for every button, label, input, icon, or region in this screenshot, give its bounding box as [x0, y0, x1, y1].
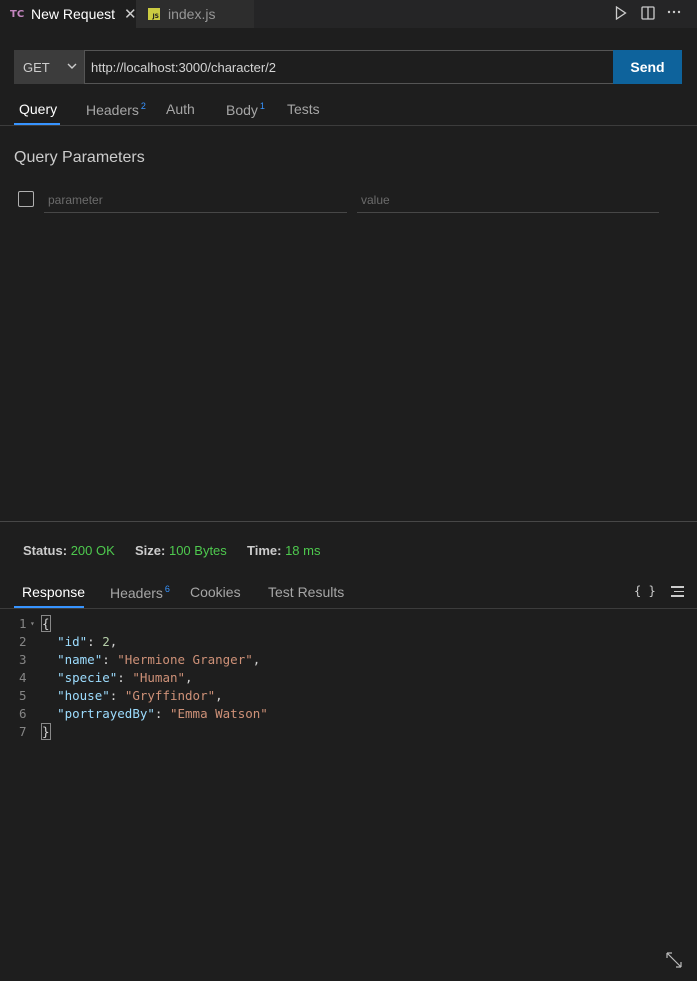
thunder-client-icon: TC [10, 8, 25, 20]
tab-response-headers[interactable]: Headers 6 [110, 584, 170, 601]
response-tabs: Response Headers 6 Cookies Test Results {… [0, 575, 697, 609]
close-icon[interactable]: ✕ [124, 5, 137, 23]
status-info: Status: 200 OK [23, 543, 115, 558]
split-editor-icon[interactable] [641, 6, 655, 24]
method-select[interactable]: GET [14, 50, 85, 84]
tab-cookies[interactable]: Cookies [190, 584, 241, 600]
active-tab-indicator [14, 123, 60, 125]
request-tabs: Query Headers 2 Auth Body 1 Tests [0, 92, 697, 126]
headers-count-badge: 2 [140, 101, 146, 111]
tab-response[interactable]: Response [22, 584, 85, 600]
more-actions-icon[interactable] [667, 4, 681, 22]
tab-body[interactable]: Body 1 [226, 101, 265, 118]
editor-tab-strip: TC New Request ✕ JS index.js [0, 0, 697, 28]
tab-label: index.js [168, 6, 216, 22]
status-value: 200 OK [70, 543, 115, 558]
time-info: Time: 18 ms [247, 543, 321, 558]
tab-auth[interactable]: Auth [166, 101, 195, 117]
expand-icon[interactable] [664, 950, 684, 973]
response-headers-count-badge: 6 [164, 584, 170, 594]
tab-label: New Request [31, 6, 116, 22]
parameter-input[interactable]: parameter [44, 188, 347, 213]
menu-icon[interactable] [671, 586, 684, 600]
url-value: http://localhost:3000/character/2 [91, 59, 277, 75]
method-value: GET [23, 59, 50, 75]
tab-tests[interactable]: Tests [287, 101, 320, 117]
format-json-icon[interactable]: { } [634, 584, 656, 598]
size-info: Size: 100 Bytes [135, 543, 227, 558]
query-parameters-title: Query Parameters [14, 149, 145, 166]
url-input[interactable]: http://localhost:3000/character/2 [84, 50, 614, 84]
tab-query[interactable]: Query [19, 101, 57, 117]
chevron-down-icon [66, 59, 78, 76]
body-count-badge: 1 [259, 101, 265, 111]
javascript-file-icon: JS [148, 8, 160, 20]
tab-new-request[interactable]: TC New Request ✕ [0, 0, 137, 28]
send-button[interactable]: Send [613, 50, 682, 84]
tab-test-results[interactable]: Test Results [268, 584, 344, 600]
param-enable-checkbox[interactable] [18, 191, 34, 207]
panel-splitter[interactable] [0, 521, 697, 522]
size-value: 100 Bytes [168, 543, 227, 558]
fold-chevron-icon[interactable]: ▾ [30, 619, 35, 628]
time-value: 18 ms [285, 543, 321, 558]
tab-headers[interactable]: Headers 2 [86, 101, 146, 118]
run-icon[interactable] [615, 5, 627, 24]
value-input[interactable]: value [357, 188, 659, 213]
active-tab-indicator [14, 606, 84, 608]
tab-index-js[interactable]: JS index.js [136, 0, 254, 28]
